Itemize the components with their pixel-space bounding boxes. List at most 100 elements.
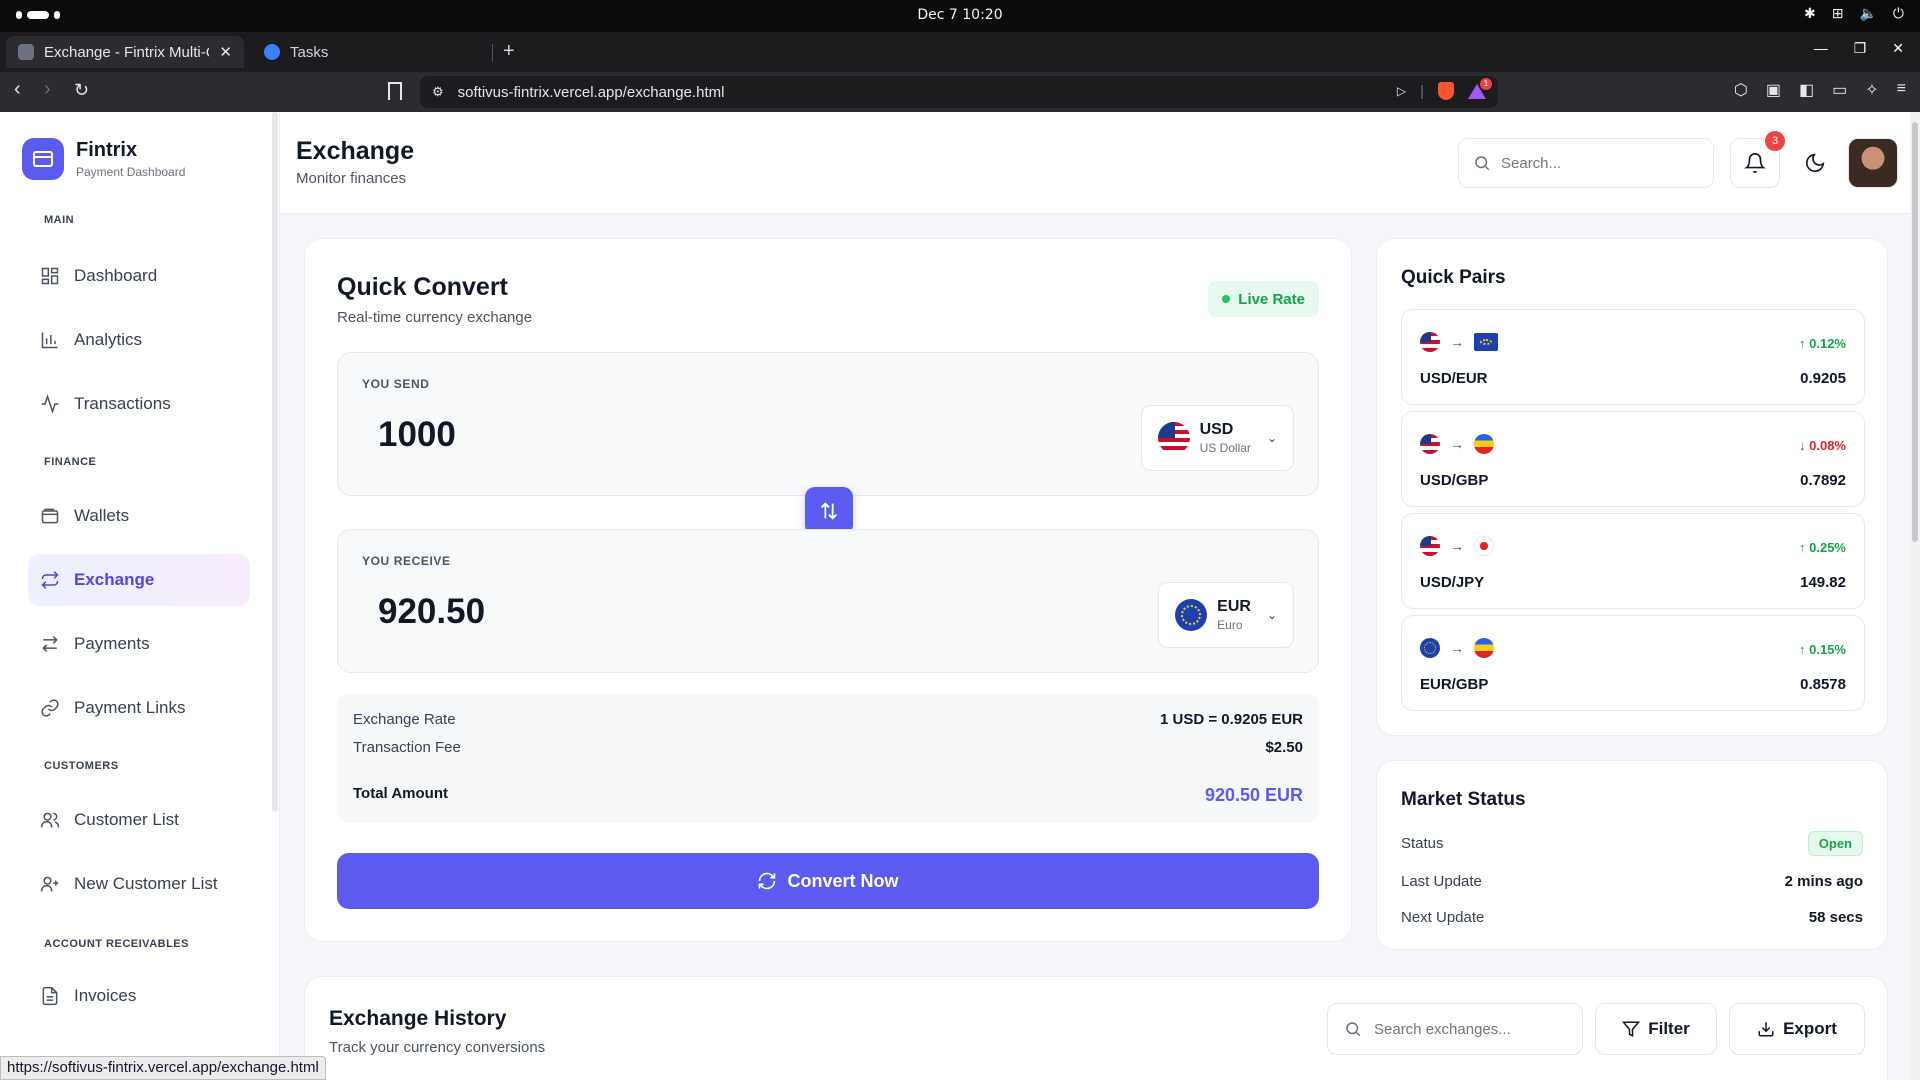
sidebar-item-payments[interactable]: Payments xyxy=(28,618,250,670)
sidebar-item-customer-list[interactable]: Customer List xyxy=(28,794,250,846)
sidebar-item-dashboard[interactable]: Dashboard xyxy=(28,250,250,302)
sidebar-item-invoices[interactable]: Invoices xyxy=(28,970,250,1022)
search-input[interactable] xyxy=(1501,154,1691,172)
bookmark-icon[interactable] xyxy=(388,82,402,100)
swap-currencies-button[interactable] xyxy=(805,487,853,535)
network-icon[interactable]: ⊞ xyxy=(1832,6,1844,22)
convert-now-button[interactable]: Convert Now xyxy=(337,853,1319,909)
pair-change-value: 0.25% xyxy=(1809,540,1846,555)
tab-tasks[interactable]: Tasks xyxy=(252,36,492,68)
live-rate-label: Live Rate xyxy=(1238,290,1305,308)
menu-icon[interactable]: ≡ xyxy=(1897,80,1906,100)
exchange-history-subtitle: Track your currency conversions xyxy=(329,1039,546,1056)
sidebar-item-label: Payment Links xyxy=(74,698,186,717)
pair-flags: → xyxy=(1420,332,1498,352)
pair-flags: → xyxy=(1420,536,1494,556)
reload-icon[interactable]: ↻ xyxy=(74,80,89,101)
quick-pair-item[interactable]: → ↑ 0.15% EUR/GBP 0.8578 xyxy=(1401,615,1865,711)
chevron-down-icon: ⌄ xyxy=(1266,431,1277,445)
quick-convert-subtitle: Real-time currency exchange xyxy=(337,309,533,326)
wallet-icon[interactable]: ▭ xyxy=(1832,80,1847,100)
arrow-up-icon: ↑ xyxy=(1799,540,1810,555)
pair-name: EUR/GBP xyxy=(1420,676,1489,693)
minimize-icon[interactable]: — xyxy=(1814,40,1828,57)
back-arrow-icon[interactable]: ‹ xyxy=(14,78,21,101)
filter-button[interactable]: Filter xyxy=(1595,1003,1717,1055)
quick-pair-item[interactable]: → ↓ 0.08% USD/GBP 0.7892 xyxy=(1401,411,1865,507)
notifications-button[interactable]: 3 xyxy=(1730,131,1785,188)
send-icon[interactable]: ▷ xyxy=(1397,84,1406,98)
total-amount-value: 920.50 EUR xyxy=(1204,785,1303,805)
arrow-down-icon: ↓ xyxy=(1799,438,1810,453)
export-button[interactable]: Export xyxy=(1729,1003,1865,1055)
us-flag-icon xyxy=(1420,332,1440,352)
power-icon[interactable]: ⏻ xyxy=(1893,6,1904,22)
sidebar-item-wallets[interactable]: Wallets xyxy=(28,490,250,542)
receive-label: YOU RECEIVE xyxy=(362,554,451,568)
transaction-fee-label: Transaction Fee xyxy=(353,739,461,756)
live-rate-badge: Live Rate xyxy=(1208,281,1319,317)
sidebar-item-new-customer-list[interactable]: New Customer List xyxy=(28,858,250,910)
avatar[interactable] xyxy=(1848,138,1898,188)
new-tab-button[interactable]: + xyxy=(503,40,515,63)
site-settings-icon[interactable]: ⚙ xyxy=(432,84,444,100)
pair-rate: 0.8578 xyxy=(1800,676,1846,693)
close-icon[interactable]: ✕ xyxy=(219,43,232,61)
total-amount-row: Total Amount 920.50 EUR xyxy=(353,785,1303,806)
sidebar-item-exchange[interactable]: Exchange xyxy=(28,554,250,606)
tab-search-icon[interactable]: ▣ xyxy=(1766,80,1781,100)
sidebar-item-transactions[interactable]: Transactions xyxy=(28,378,250,430)
status-label: Status xyxy=(1401,835,1444,852)
extensions-icon[interactable]: ⬡ xyxy=(1734,80,1748,100)
sidebar-item-payment-links[interactable]: Payment Links xyxy=(28,682,250,734)
pair-change: ↑ 0.12% xyxy=(1799,336,1846,351)
pair-change-value: 0.08% xyxy=(1809,438,1846,453)
address-bar[interactable]: ⚙ softivus-fintrix.vercel.app/exchange.h… xyxy=(420,76,1498,108)
page-header: Exchange Monitor finances 3 xyxy=(280,112,1920,214)
apps-icon[interactable]: ✱ xyxy=(1804,6,1816,22)
history-search-input[interactable] xyxy=(1374,1020,1564,1038)
window-close-icon[interactable]: ✕ xyxy=(1892,40,1904,57)
sidebar-item-label: Customer List xyxy=(74,810,179,829)
maximize-icon[interactable]: ❐ xyxy=(1854,40,1867,57)
brave-shield-icon[interactable] xyxy=(1438,82,1454,100)
rewards-icon[interactable]: 1 xyxy=(1468,78,1492,100)
conversion-summary: Exchange Rate 1 USD = 0.9205 EUR Transac… xyxy=(337,693,1319,823)
filter-icon xyxy=(1622,1021,1641,1037)
send-amount-input[interactable]: 1000 xyxy=(378,415,456,455)
quick-pair-item[interactable]: → ↑ 0.12% USD/EUR 0.9205 xyxy=(1401,309,1865,405)
eu-flag-icon xyxy=(1175,599,1208,631)
leo-icon[interactable]: ✧ xyxy=(1865,80,1878,100)
theme-toggle-button[interactable] xyxy=(1790,138,1840,188)
page-title: Exchange xyxy=(296,137,415,165)
bar-chart-icon xyxy=(41,332,58,349)
link-icon xyxy=(41,699,59,717)
brand-subtitle: Payment Dashboard xyxy=(76,165,186,179)
header-search[interactable] xyxy=(1458,138,1714,188)
browser-tab-bar: Exchange - Fintrix Multi-C ✕ Tasks + xyxy=(0,32,1920,72)
system-tray[interactable]: ✱ ⊞ 🔈 ⏻ xyxy=(1804,6,1904,22)
bell-icon xyxy=(1744,153,1766,173)
last-update-label: Last Update xyxy=(1401,873,1482,890)
quick-pair-item[interactable]: → ↑ 0.25% USD/JPY 149.82 xyxy=(1401,513,1865,609)
receive-currency-select[interactable]: EUR Euro ⌄ xyxy=(1158,582,1294,648)
send-currency-select[interactable]: USD US Dollar ⌄ xyxy=(1140,405,1294,471)
sidebar-scrollbar[interactable] xyxy=(272,112,278,812)
forward-arrow-icon[interactable]: › xyxy=(44,78,51,101)
sidebar-item-analytics[interactable]: Analytics xyxy=(28,314,250,366)
scrollbar-thumb[interactable] xyxy=(1912,122,1918,542)
url-text[interactable]: softivus-fintrix.vercel.app/exchange.htm… xyxy=(458,84,725,101)
pair-change-value: 0.15% xyxy=(1809,642,1846,657)
history-search[interactable] xyxy=(1327,1003,1583,1055)
page-scrollbar[interactable] xyxy=(1910,112,1920,1080)
section-account-receivables: ACCOUNT RECEIVABLES xyxy=(44,938,189,950)
download-icon xyxy=(1758,1022,1774,1037)
sidebar-toggle-icon[interactable]: ◧ xyxy=(1799,80,1814,100)
send-box: YOU SEND 1000 USD US Dollar ⌄ xyxy=(337,352,1319,496)
tab-separator xyxy=(492,44,493,62)
volume-icon[interactable]: 🔈 xyxy=(1859,6,1876,22)
brand[interactable]: Fintrix Payment Dashboard xyxy=(22,138,185,180)
tab-exchange[interactable]: Exchange - Fintrix Multi-C ✕ xyxy=(6,36,244,68)
os-clock[interactable]: Dec 7 10:20 xyxy=(0,7,1920,23)
swap-vertical-icon xyxy=(821,502,837,520)
